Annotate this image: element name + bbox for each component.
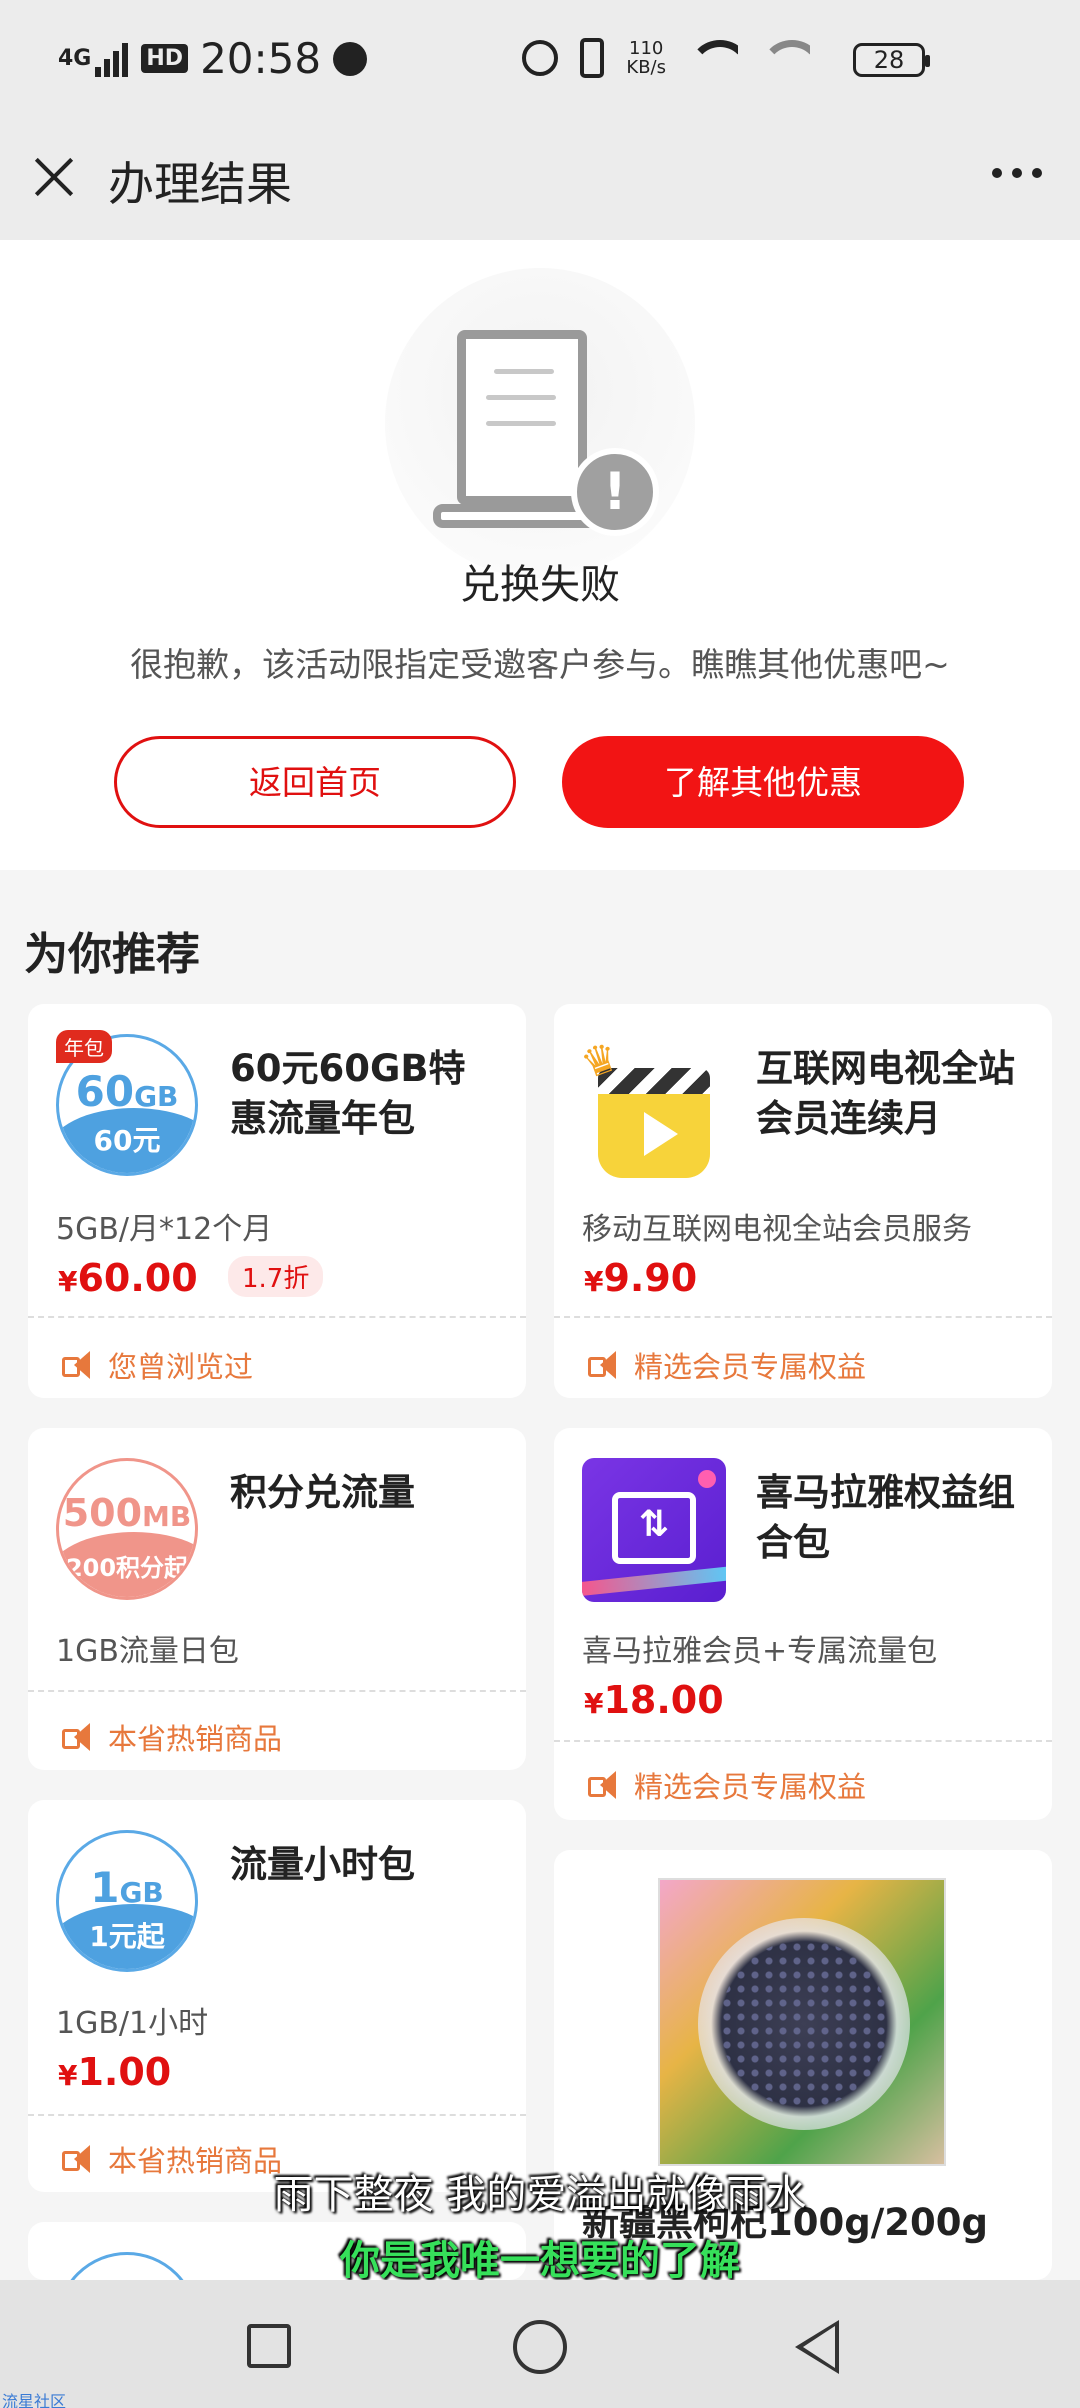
card-divider: [28, 2114, 526, 2116]
megaphone-icon: [588, 1771, 620, 1799]
network-speed: 110 KB/s: [626, 39, 666, 77]
megaphone-icon: [588, 1351, 620, 1379]
tv-play-icon: ♛: [575, 1033, 724, 1180]
product-name: 互联网电视全站会员连续月: [756, 1047, 1015, 1140]
status-left: 4G HD 20:58: [58, 34, 368, 83]
product-desc: 5GB/月*12个月: [56, 1212, 273, 1247]
discount-badge: 1.7折: [228, 1256, 324, 1297]
battery-icon: 28: [853, 43, 930, 77]
exclamation-icon: !: [571, 448, 659, 536]
card-footer: 精选会员专属权益: [588, 1344, 866, 1386]
page-title: 办理结果: [108, 157, 292, 211]
document-icon: [457, 330, 587, 505]
product-card-60gb[interactable]: 60GB 60元 年包 60元60GB特惠流量年包 5GB/月*12个月 ¥60…: [28, 1004, 526, 1398]
card-divider: [28, 1316, 526, 1318]
network-type: 4G: [58, 45, 92, 71]
wifi-secondary-icon: [760, 40, 810, 76]
megaphone-icon: [62, 1723, 94, 1751]
subtitle-line-2: 你是我唯一想要的了解: [340, 2238, 740, 2284]
product-price: ¥60.00: [58, 1256, 198, 1300]
points-data-thumb: 500MB 200积分起: [56, 1458, 198, 1600]
status-bar: 4G HD 20:58 110 KB/s 28: [0, 0, 1080, 120]
hd-badge: HD: [141, 44, 189, 73]
megaphone-icon: [62, 1351, 94, 1379]
product-card-ximalaya[interactable]: ⇅ 喜马拉雅权益组合包 喜马拉雅会员+专属流量包 ¥18.00 精选会员专属权益: [554, 1428, 1052, 1820]
globe-icon: [333, 41, 368, 76]
back-triangle-icon[interactable]: [795, 2320, 843, 2374]
product-price: ¥9.90: [584, 1256, 698, 1300]
result-description: 很抱歉，该活动限指定受邀客户参与。瞧瞧其他优惠吧~: [130, 645, 950, 684]
product-desc: 1GB流量日包: [56, 1634, 239, 1669]
back-home-button[interactable]: 返回首页: [114, 736, 516, 828]
goji-berry-image: [658, 1878, 946, 2166]
failure-illustration: !: [385, 268, 695, 578]
product-card-hourly-data[interactable]: 1GB 1元起 流量小时包 1GB/1小时 ¥1.00 本省热销商品: [28, 1800, 526, 2192]
card-footer: 本省热销商品: [62, 1716, 282, 1758]
ximalaya-icon: ⇅: [582, 1458, 726, 1602]
product-desc: 移动互联网电视全站会员服务: [582, 1212, 972, 1247]
title-bar: 办理结果: [0, 120, 1080, 240]
product-desc: 喜马拉雅会员+专属流量包: [582, 1634, 938, 1669]
product-name: 喜马拉雅权益组合包: [756, 1471, 1015, 1564]
product-card-tv-membership[interactable]: ♛ 互联网电视全站会员连续月 移动互联网电视全站会员服务 ¥9.90 精选会员专…: [554, 1004, 1052, 1398]
system-nav-bar: [0, 2280, 1080, 2408]
battery-level: 28: [873, 46, 905, 74]
card-divider: [554, 1316, 1052, 1318]
recommend-title: 为你推荐: [24, 929, 200, 980]
other-offers-button[interactable]: 了解其他优惠: [562, 736, 964, 828]
watermark: 流星社区: [2, 2392, 67, 2408]
alarm-icon: [522, 40, 559, 76]
home-circle-icon[interactable]: [513, 2320, 567, 2374]
product-desc: 1GB/1小时: [56, 2006, 209, 2041]
card-footer: 您曾浏览过: [62, 1344, 253, 1386]
more-icon[interactable]: [992, 168, 1042, 178]
vibrate-icon: [580, 38, 605, 78]
recents-square-icon[interactable]: [247, 2324, 291, 2368]
signal-icon: [95, 41, 131, 77]
product-card-points-data[interactable]: 500MB 200积分起 积分兑流量 1GB流量日包 本省热销商品: [28, 1428, 526, 1770]
year-badge: 年包: [56, 1030, 112, 1063]
close-icon[interactable]: [30, 152, 78, 200]
product-name: 积分兑流量: [230, 1471, 415, 1514]
product-name: 60元60GB特惠流量年包: [230, 1047, 466, 1140]
subtitle-line-1: 雨下整夜 我的爱溢出就像雨水: [273, 2172, 807, 2218]
card-divider: [28, 1690, 526, 1692]
card-divider: [554, 1740, 1052, 1742]
product-price: ¥18.00: [584, 1678, 724, 1722]
hourly-data-thumb: 1GB 1元起: [56, 1830, 198, 1972]
status-right: 110 KB/s: [522, 38, 810, 78]
product-price: ¥1.00: [58, 2050, 172, 2094]
wifi-icon: [688, 40, 738, 76]
card-footer: 精选会员专属权益: [588, 1764, 866, 1806]
product-name: 流量小时包: [230, 1843, 415, 1886]
speed-unit: KB/s: [626, 57, 666, 78]
result-title: 兑换失败: [460, 562, 620, 608]
result-panel: ! 兑换失败 很抱歉，该活动限指定受邀客户参与。瞧瞧其他优惠吧~ 返回首页 了解…: [0, 240, 1080, 870]
clock: 20:58: [200, 34, 322, 83]
speed-value: 110: [629, 38, 664, 59]
